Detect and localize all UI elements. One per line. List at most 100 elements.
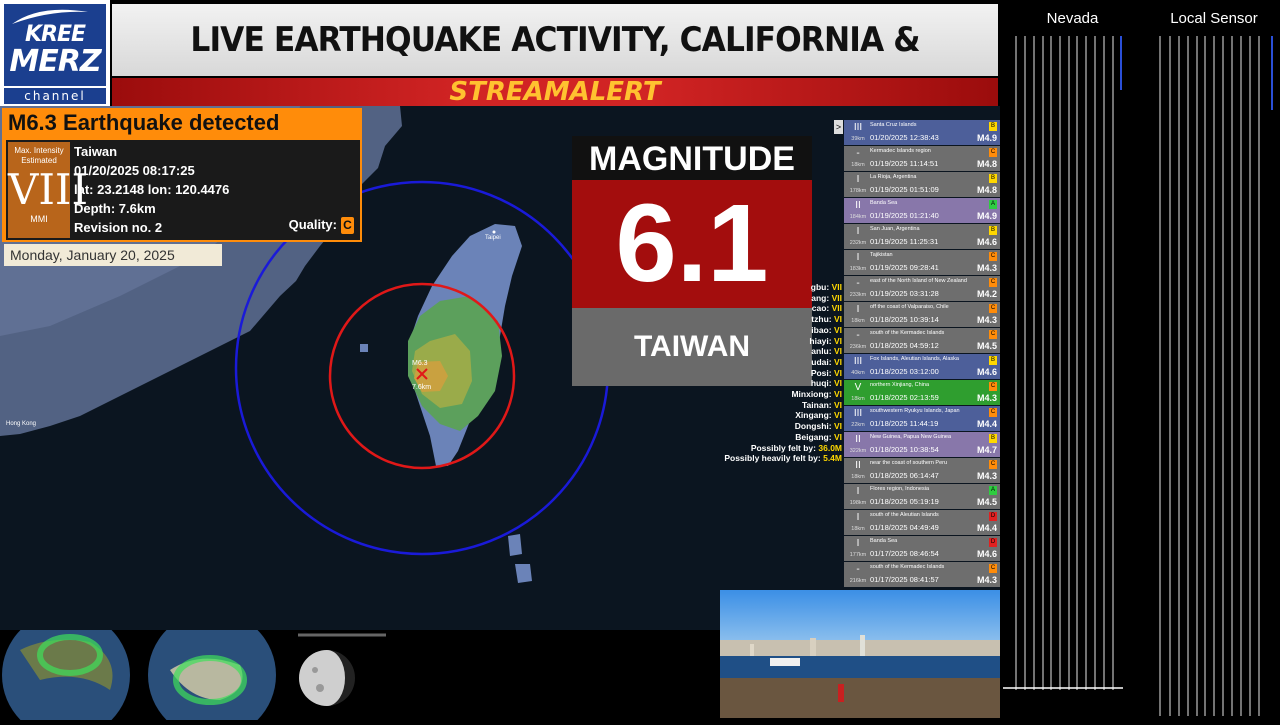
event-datetime: 01/19/2025 01:21:40: [870, 211, 939, 220]
event-distance: 40km: [851, 370, 865, 376]
earthquake-list-item[interactable]: - 236km south of the Kermadec Islands 01/18…: [844, 328, 1000, 353]
earthquake-list-item[interactable]: - 216km south of the Kermadec Islands 01/17…: [844, 562, 1000, 587]
event-distance: 18km: [851, 396, 865, 402]
felt-label: Possibly heavily felt by:: [724, 453, 821, 464]
city-name: Minxiong:: [791, 389, 832, 400]
earthquake-list-item[interactable]: III 40km Fox Islands, Aleutian Islands, Al…: [844, 354, 1000, 379]
penghu-island: [360, 344, 368, 352]
city-intensity-row: Minxiong: VI: [720, 389, 842, 400]
city-name: cao:: [811, 303, 830, 314]
event-region: south of the Aleutian Islands: [870, 512, 939, 518]
mmi-label: MMI: [30, 214, 48, 224]
event-intensity: I: [856, 174, 860, 185]
event-intensity: V: [854, 382, 862, 393]
earthquake-list-item[interactable]: - 18km Kermadec Islands region 01/19/2025 1…: [844, 146, 1000, 171]
event-quality-badge: C: [989, 330, 997, 339]
logo-channel-label: channel: [4, 88, 106, 104]
event-distance: 183km: [849, 266, 867, 272]
aurora-globe-south: [148, 611, 276, 725]
city-mmi: VII: [831, 292, 842, 303]
earthquake-list-item[interactable]: I 198km Flores region, Indonesia 01/18/2025…: [844, 484, 1000, 509]
event-datetime: 01/20/2025 08:17:25: [74, 163, 195, 178]
earthquake-list-item[interactable]: I 183km Tajikistan 01/19/2025 09:28:41 M4.3 C: [844, 250, 1000, 275]
felt-by-possibly: Possibly felt by: 36.0M: [720, 443, 842, 454]
city-mmi: VI: [833, 335, 842, 346]
event-distance: 198km: [849, 500, 867, 506]
event-quality-badge: C: [989, 382, 997, 391]
city-mmi: VII: [831, 303, 842, 314]
event-datetime: 01/18/2025 03:12:00: [870, 367, 939, 376]
event-coordinates: lat: 23.2148 lon: 120.4476: [74, 182, 230, 197]
earthquake-list-item[interactable]: I 18km off the coast of Valparaiso, Chile 0…: [844, 302, 1000, 327]
earthquake-list-item[interactable]: V 18km northern Xinjiang, China 01/18/2025 …: [844, 380, 1000, 405]
event-magnitude: M4.8: [976, 159, 997, 169]
event-quality-badge: C: [989, 408, 997, 417]
earthquake-list-item[interactable]: II 184km Banda Sea 01/19/2025 01:21:40 M4.9 A: [844, 198, 1000, 223]
event-region: Kermadec Islands region: [870, 148, 931, 154]
event-intensity: I: [856, 226, 860, 237]
list-expand-arrow-icon[interactable]: >: [834, 120, 843, 134]
event-magnitude: M4.6: [976, 367, 997, 377]
city-name: gbu:: [810, 282, 830, 292]
event-distance: 177km: [849, 552, 867, 558]
event-datetime: 01/19/2025 09:28:41: [870, 263, 939, 272]
recent-earthquakes-list[interactable]: III 39km Santa Cruz Islands 01/20/2025 12:3…: [844, 120, 1000, 590]
event-info: Taiwan 01/20/2025 08:17:25 lat: 23.2148 …: [74, 142, 229, 237]
city-name: huqi:: [810, 378, 832, 389]
earthquake-list-item[interactable]: I 232km San Juan, Argentina 01/19/2025 11:2…: [844, 224, 1000, 249]
earthquake-alert-panel: M6.3 Earthquake detected Max. Intensity …: [2, 108, 362, 242]
earthquake-list-item[interactable]: I 177km Banda Sea 01/17/2025 08:46:54 M4.6 D: [844, 536, 1000, 561]
city-name: ang:: [811, 292, 830, 303]
city-name: udai:: [811, 356, 832, 367]
seismograph-label-nevada: Nevada: [1046, 10, 1099, 27]
city-label-hongkong: Hong Kong: [6, 421, 36, 427]
event-region: near the coast of southern Peru: [870, 460, 948, 466]
event-region: south of the Kermadec Islands: [870, 564, 945, 570]
city-name: Posi:: [810, 367, 832, 378]
city-intensity-row: hiayi: VI: [720, 336, 842, 347]
event-distance: 18km: [851, 474, 865, 480]
earthquake-list-item[interactable]: - 233km east of the North Island of New Ze…: [844, 276, 1000, 301]
earthquake-list-item[interactable]: II 322km New Guinea, Papua New Guinea 01/18…: [844, 432, 1000, 457]
event-datetime: 01/18/2025 04:49:49: [870, 523, 939, 532]
event-magnitude: M4.4: [976, 523, 997, 533]
city-intensity-row: ang: VII: [720, 293, 842, 304]
seismograph-local: Local Sensor: [1148, 0, 1280, 720]
seismograph-traces-local: [1159, 36, 1273, 716]
earthquake-list-item[interactable]: III 22km southwestern Ryukyu Islands, Japa…: [844, 406, 1000, 431]
event-distance: 233km: [849, 292, 867, 298]
event-intensity: -: [856, 564, 860, 575]
stream-alert-bar: STREAMALERT: [112, 78, 998, 106]
bottom-visuals: [0, 611, 720, 725]
city-intensity-row: anlu: VI: [720, 346, 842, 357]
city-intensity-row: Tainan: VI: [720, 400, 842, 411]
magnitude-label: MAGNITUDE: [572, 136, 812, 180]
city-intensity-list: gbu: VII ang: VII cao: VII tzhu: VI ibao: VI…: [720, 282, 842, 464]
earthquake-list-item[interactable]: I 18km south of the Aleutian Islands 01/18/…: [844, 510, 1000, 535]
event-region: Santa Cruz Islands: [870, 122, 917, 128]
event-magnitude: M4.3: [976, 393, 997, 403]
event-magnitude: M4.3: [976, 315, 997, 325]
event-region: La Rioja, Argentina: [870, 174, 917, 180]
city-intensity-row: Dongshi: VI: [720, 421, 842, 432]
earthquake-list-item[interactable]: I 178km La Rioja, Argentina 01/19/2025 01:5…: [844, 172, 1000, 197]
event-region: southwestern Ryukyu Islands, Japan: [870, 408, 960, 414]
event-intensity: II: [855, 460, 861, 471]
city-intensity-row: gbu: VII: [720, 282, 842, 293]
earthquake-list-item[interactable]: II 18km near the coast of southern Peru 01/…: [844, 458, 1000, 483]
seismograph-nevada: Nevada: [1003, 0, 1142, 720]
city-dot-taipei: [492, 230, 496, 234]
event-quality-badge: B: [989, 226, 997, 235]
channel-logo: KREE MERZ channel: [0, 0, 110, 106]
event-magnitude: M4.5: [976, 497, 997, 507]
event-region: east of the North Island of New Zealand: [870, 278, 967, 284]
earthquake-list-item[interactable]: III 39km Santa Cruz Islands 01/20/2025 12:3…: [844, 120, 1000, 145]
event-datetime: 01/18/2025 02:13:59: [870, 393, 939, 402]
city-intensity-row: Beigang: VI: [720, 432, 842, 443]
city-mmi: VI: [833, 421, 842, 432]
event-quality-badge: C: [989, 252, 997, 261]
event-magnitude: M4.6: [976, 549, 997, 559]
event-region: northern Xinjiang, China: [870, 382, 930, 388]
epicenter-depth-label: 7.6km: [412, 384, 431, 391]
event-distance: 18km: [851, 526, 865, 532]
